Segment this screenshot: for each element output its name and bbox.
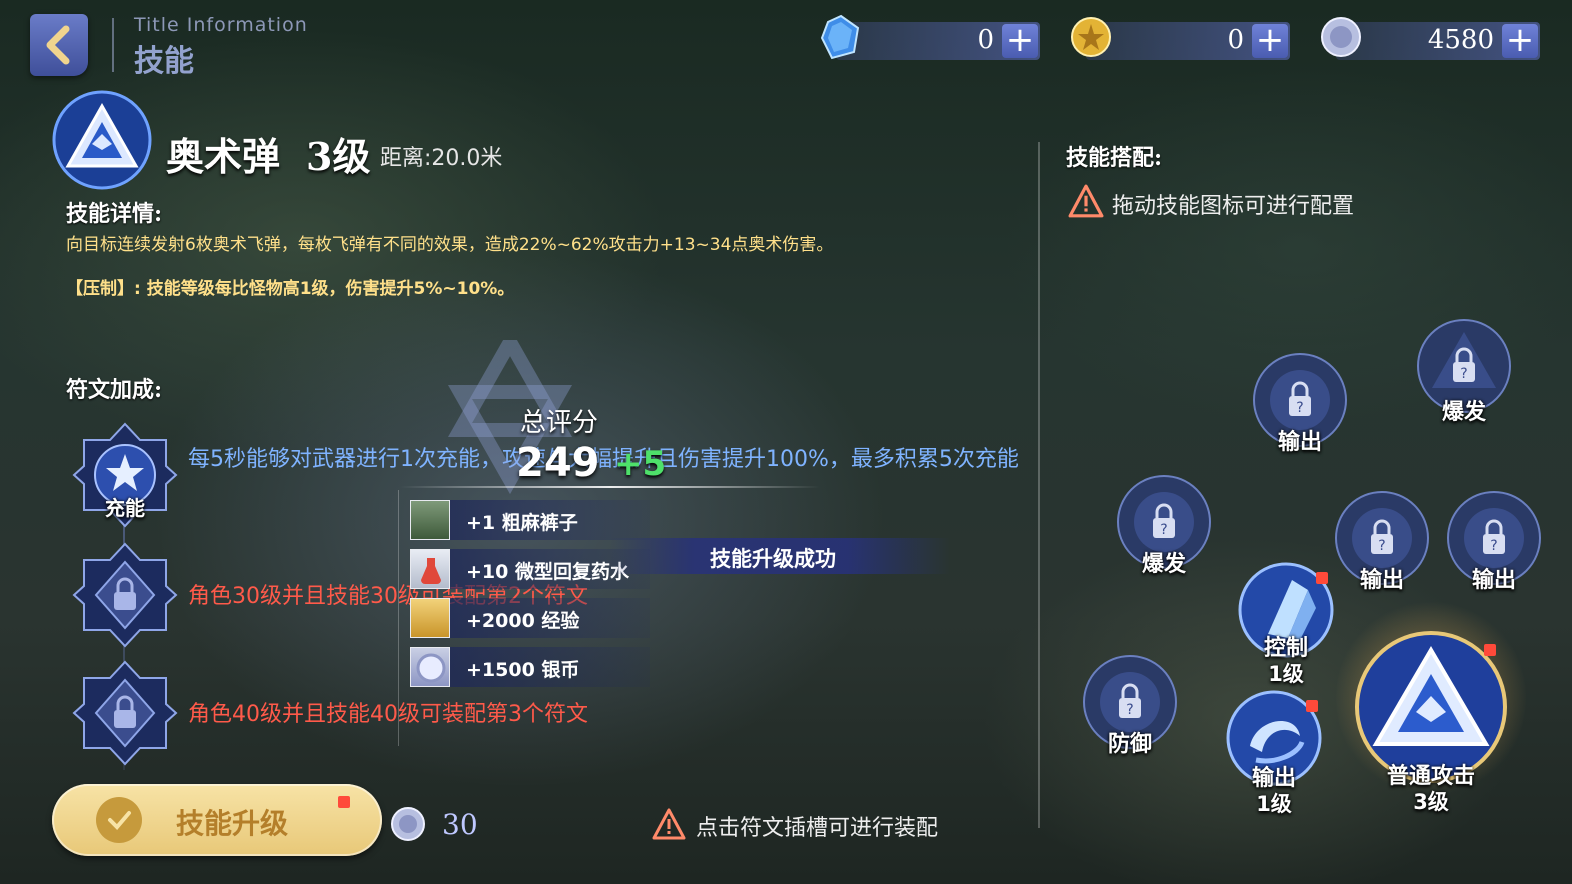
total-score-delta: +5	[614, 444, 667, 484]
rune-slot-3[interactable]	[70, 658, 180, 768]
warning-icon	[652, 808, 686, 840]
exp-ticket-icon	[410, 598, 450, 638]
rune-slot-3-text: 角色40级并且技能40级可装配第3个符文	[188, 702, 588, 727]
rune-slot-1[interactable]: 充能	[70, 420, 180, 530]
skill-slot-label: 爆发	[1441, 400, 1486, 425]
score-divider	[400, 486, 820, 488]
skill-slot-level: 3级	[1413, 790, 1449, 814]
currency-gold: 0 +	[1071, 17, 1290, 60]
currency-value: 4580	[1427, 25, 1494, 55]
notification-dot	[1306, 700, 1318, 712]
rune-slot-2[interactable]	[70, 540, 180, 650]
add-silver-button[interactable]: +	[1502, 23, 1538, 58]
skill-suppress-note: 【压制】: 技能等级每比怪物高1级，伤害提升5%~10%。	[66, 279, 515, 299]
skill-slot-locked[interactable]: ? 输出	[1334, 490, 1430, 593]
skill-slot-label: 输出	[1277, 430, 1322, 455]
svg-text:?: ?	[1296, 400, 1303, 416]
skill-combo-hint: 拖动技能图标可进行配置	[1112, 194, 1355, 219]
total-score-label: 总评分	[520, 408, 599, 438]
blue-crystal-icon	[820, 14, 860, 60]
upgrade-success-text: 技能升级成功	[710, 547, 836, 571]
page-title-en: Title Information	[134, 14, 308, 36]
gold-coin-icon	[1071, 17, 1111, 57]
skill-slot-label: 防御	[1107, 732, 1152, 757]
skill-slot-locked[interactable]: ? 输出	[1252, 352, 1348, 455]
skill-slot-label: 输出	[1471, 568, 1516, 593]
skill-details-heading: 技能详情:	[66, 201, 163, 227]
skill-slot-locked[interactable]: ? 输出	[1446, 490, 1542, 593]
silver-coin-icon	[391, 807, 425, 841]
reward-item: +1 粗麻裤子	[410, 500, 650, 540]
skill-range: 距离:20.0米	[380, 146, 503, 171]
rune-slot-label: 充能	[105, 496, 145, 520]
back-button[interactable]	[30, 14, 88, 76]
page-title: 技能	[134, 44, 194, 79]
skill-slot-label: 爆发	[1141, 552, 1186, 577]
skill-combo-heading: 技能搭配:	[1066, 145, 1163, 171]
total-score-value: 249	[516, 440, 600, 486]
skill-slot-locked[interactable]: ? 爆发	[1416, 318, 1512, 425]
chevron-left-icon	[46, 25, 70, 65]
reward-item: +1500 银币	[410, 647, 650, 687]
currency-value: 0	[977, 25, 994, 55]
skill-description: 向目标连续发射6枚奥术飞弹，每枚飞弹有不同的效果，造成22%~62%攻击力+13…	[66, 235, 834, 255]
notification-dot	[1484, 644, 1496, 656]
pants-icon	[410, 500, 450, 540]
skill-name: 奥术弹	[166, 134, 281, 179]
notification-dot	[338, 796, 350, 808]
svg-text:?: ?	[1460, 366, 1467, 382]
skill-slot-label: 输出	[1359, 568, 1404, 593]
skill-slot-locked[interactable]: ? 爆发	[1116, 474, 1212, 577]
currency-silver: 4580 +	[1321, 17, 1540, 60]
skill-slot-normal-attack[interactable]: 普通攻击 3级	[1352, 628, 1510, 814]
reward-item: +2000 经验	[410, 598, 650, 638]
rune-bonus-heading: 符文加成:	[66, 377, 163, 403]
svg-text:?: ?	[1378, 538, 1385, 554]
svg-text:?: ?	[1160, 522, 1167, 538]
upgrade-cost: 30	[442, 808, 478, 841]
currency-crystal: 0 +	[820, 14, 1040, 60]
upgrade-success-banner: 技能升级成功	[610, 538, 950, 574]
reward-divider	[398, 490, 399, 746]
skill-slot-level: 1级	[1268, 662, 1304, 686]
skill-slot-level: 1级	[1256, 792, 1292, 816]
skill-upgrade-button[interactable]: 技能升级	[52, 784, 382, 856]
add-gold-button[interactable]: +	[1252, 23, 1288, 58]
svg-text:?: ?	[1126, 702, 1133, 718]
lock-icon	[72, 542, 178, 648]
skill-slot-locked[interactable]: ? 防御	[1082, 654, 1178, 757]
reward-text: +10 微型回复药水	[466, 561, 629, 583]
panel-divider	[1038, 142, 1040, 828]
skill-level: 3级	[306, 134, 371, 179]
skill-upgrade-label: 技能升级	[176, 807, 289, 840]
skill-slot-control[interactable]: 控制 1级	[1238, 562, 1334, 686]
lock-icon	[72, 660, 178, 766]
svg-text:?: ?	[1490, 538, 1497, 554]
notification-dot	[1316, 572, 1328, 584]
checkmark-icon	[96, 797, 142, 843]
potion-icon	[410, 549, 450, 589]
skill-slot-output[interactable]: 输出 1级	[1226, 690, 1322, 816]
currency-value: 0	[1227, 25, 1244, 55]
reward-text: +1500 银币	[466, 659, 580, 681]
warning-icon	[1068, 184, 1104, 218]
title-divider	[112, 18, 114, 72]
arcane-bolt-skill-icon	[52, 90, 152, 190]
silver-coin-icon	[1321, 17, 1361, 57]
add-crystal-button[interactable]: +	[1002, 23, 1038, 58]
rune-slot-hint: 点击符文插槽可进行装配	[696, 816, 939, 841]
reward-text: +2000 经验	[466, 610, 580, 632]
reward-text: +1 粗麻裤子	[466, 512, 578, 534]
silver-coin-icon	[410, 647, 450, 687]
